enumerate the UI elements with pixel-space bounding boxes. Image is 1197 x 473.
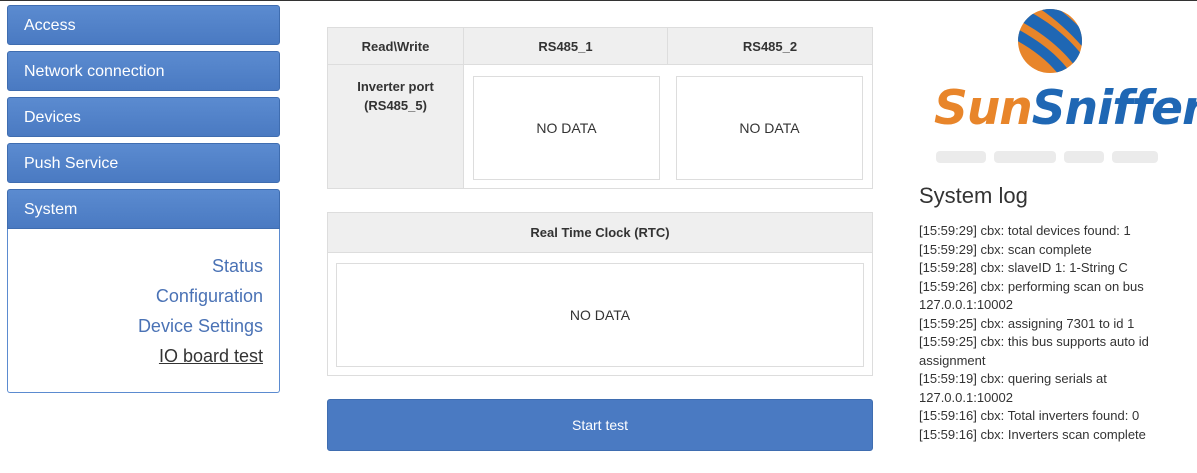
log-line: [15:59:28] cbx: slaveID 1: 1-String C <box>919 260 1128 275</box>
system-submenu: Status Configuration Device Settings IO … <box>7 229 280 393</box>
rs485-1-data-box: NO DATA <box>473 76 660 180</box>
submenu-link-io-board-test[interactable]: IO board test <box>8 341 263 371</box>
start-test-button[interactable]: Start test <box>327 399 873 451</box>
row-label-line-2: (RS485_5) <box>364 98 427 113</box>
rtc-panel: Real Time Clock (RTC) NO DATA <box>327 212 873 376</box>
submenu-link-device-settings[interactable]: Device Settings <box>8 311 263 341</box>
sidebar-item-access[interactable]: Access <box>7 5 280 45</box>
row-label-line-1: Inverter port <box>357 79 434 94</box>
logo-reflection <box>934 143 1174 169</box>
rs485-2-data-box: NO DATA <box>676 76 863 180</box>
sidebar-nav: Access Network connection Devices Push S… <box>7 5 280 393</box>
rtc-data-box: NO DATA <box>336 263 864 367</box>
submenu-link-status[interactable]: Status <box>8 251 263 281</box>
row-label-inverter-port: Inverter port (RS485_5) <box>328 65 464 188</box>
log-line: [15:59:25] cbx: assigning 7301 to id 1 <box>919 315 1135 331</box>
log-line: [15:59:25] cbx: this bus supports auto i… <box>919 334 1149 349</box>
sidebar-item-network-connection[interactable]: Network connection <box>7 51 280 91</box>
log-line: [15:59:29] cbx: scan complete <box>919 241 1092 257</box>
sidebar-item-system[interactable]: System <box>7 189 280 229</box>
logo-text-sun: Sun <box>934 81 1033 136</box>
log-line: [15:59:29] cbx: total devices found: 1 <box>919 223 1131 238</box>
header-rs485-1: RS485_1 <box>464 28 668 65</box>
sidebar-item-push-service[interactable]: Push Service <box>7 143 280 183</box>
log-line: [15:59:19] cbx: quering serials at <box>919 371 1107 386</box>
header-read-write: Read\Write <box>328 28 464 65</box>
rtc-title: Real Time Clock (RTC) <box>328 213 872 253</box>
submenu-link-configuration[interactable]: Configuration <box>8 281 263 311</box>
log-line: assignment <box>919 352 986 368</box>
log-line: [15:59:26] cbx: performing scan on bus <box>919 278 1144 294</box>
log-line: 127.0.0.1:10002 <box>919 389 1013 405</box>
top-border <box>0 0 1197 1</box>
header-rs485-2: RS485_2 <box>668 28 872 65</box>
logo-wordmark: SunSniffer® <box>934 81 1197 136</box>
sidebar-item-devices[interactable]: Devices <box>7 97 280 137</box>
log-line: [15:59:16] cbx: Total inverters found: 0 <box>919 408 1140 423</box>
system-log: [15:59:29] cbx: total devices found: 1 [… <box>919 222 1189 444</box>
ports-table: Read\Write RS485_1 RS485_2 Inverter port… <box>327 27 873 189</box>
log-line: [15:59:16] cbx: Inverters scan complete <box>919 426 1146 442</box>
logo-globe-icon <box>1018 9 1082 73</box>
logo-text-sniffer: Sniffer <box>1031 81 1197 136</box>
sunsniffer-logo: SunSniffer® <box>930 5 1197 170</box>
log-line: 127.0.0.1:10002 <box>919 297 1013 312</box>
system-log-title: System log <box>919 183 1028 208</box>
